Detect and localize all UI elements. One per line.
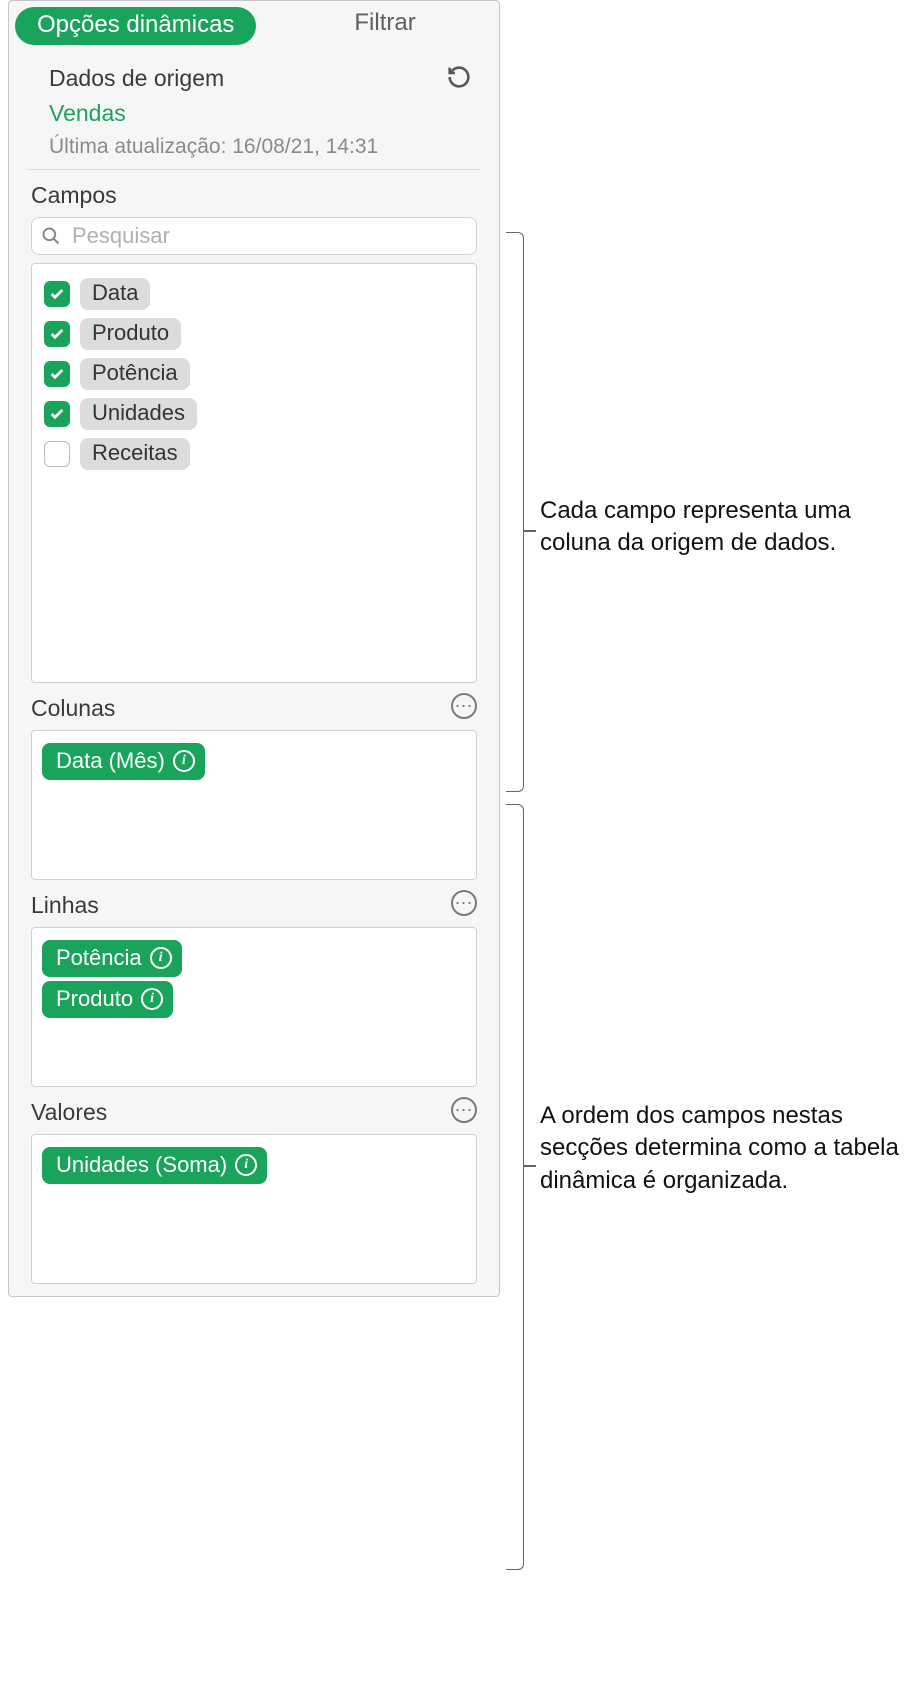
rows-heading: Linhas (31, 892, 477, 919)
callout-tick (524, 530, 536, 532)
search-wrap (31, 217, 477, 255)
source-name[interactable]: Vendas (49, 100, 459, 127)
callout-bracket (506, 804, 524, 1570)
source-data-block: Dados de origem Vendas Última atualizaçã… (27, 51, 481, 170)
field-row[interactable]: Receitas (42, 434, 466, 474)
more-icon[interactable]: ⋯ (451, 890, 477, 916)
info-icon[interactable]: i (141, 988, 163, 1010)
checkbox[interactable] (44, 441, 70, 467)
values-dropzone[interactable]: Unidades (Soma) i (31, 1134, 477, 1284)
info-icon[interactable]: i (150, 947, 172, 969)
refresh-icon[interactable] (445, 63, 473, 91)
callout-tick (524, 1165, 536, 1167)
info-icon[interactable]: i (173, 750, 195, 772)
checkbox[interactable] (44, 361, 70, 387)
columns-dropzone[interactable]: Data (Mês) i (31, 730, 477, 880)
field-label[interactable]: Produto (80, 318, 181, 350)
checkbox[interactable] (44, 281, 70, 307)
tab-pivot-options[interactable]: Opções dinâmicas (15, 7, 256, 45)
fields-section: Campos Data Produto (9, 170, 499, 683)
callout-text-zones: A ordem dos campos nestas secções determ… (540, 1100, 920, 1197)
field-label[interactable]: Data (80, 278, 150, 310)
pivot-options-panel: Opções dinâmicas Filtrar Dados de origem… (8, 0, 500, 1297)
pill-label: Potência (56, 945, 142, 971)
value-field-pill[interactable]: Unidades (Soma) i (42, 1147, 267, 1184)
pill-label: Data (Mês) (56, 748, 165, 774)
search-input[interactable] (31, 217, 477, 255)
rows-section: Linhas ⋯ Potência i Produto i (9, 880, 499, 1087)
fields-heading: Campos (31, 182, 477, 209)
field-label[interactable]: Unidades (80, 398, 197, 430)
more-icon[interactable]: ⋯ (451, 693, 477, 719)
tabbar: Opções dinâmicas Filtrar (9, 1, 499, 51)
more-icon[interactable]: ⋯ (451, 1097, 477, 1123)
values-section: Valores ⋯ Unidades (Soma) i (9, 1087, 499, 1284)
source-updated: Última atualização: 16/08/21, 14:31 (49, 135, 459, 159)
search-icon (41, 226, 61, 246)
info-icon[interactable]: i (235, 1154, 257, 1176)
values-heading: Valores (31, 1099, 477, 1126)
row-field-pill[interactable]: Produto i (42, 981, 173, 1018)
field-row[interactable]: Unidades (42, 394, 466, 434)
column-field-pill[interactable]: Data (Mês) i (42, 743, 205, 780)
field-label[interactable]: Receitas (80, 438, 190, 470)
field-row[interactable]: Produto (42, 314, 466, 354)
checkbox[interactable] (44, 401, 70, 427)
tab-filter[interactable]: Filtrar (271, 1, 499, 51)
fields-box: Data Produto Potência Unidades (31, 263, 477, 683)
source-heading: Dados de origem (49, 65, 459, 92)
pill-label: Produto (56, 986, 133, 1012)
row-field-pill[interactable]: Potência i (42, 940, 182, 977)
checkbox[interactable] (44, 321, 70, 347)
callout-bracket (506, 232, 524, 792)
field-label[interactable]: Potência (80, 358, 190, 390)
pill-label: Unidades (Soma) (56, 1152, 227, 1178)
rows-dropzone[interactable]: Potência i Produto i (31, 927, 477, 1087)
columns-heading: Colunas (31, 695, 477, 722)
field-row[interactable]: Potência (42, 354, 466, 394)
columns-section: Colunas ⋯ Data (Mês) i (9, 683, 499, 880)
field-row[interactable]: Data (42, 274, 466, 314)
callout-text-fields: Cada campo representa uma coluna da orig… (540, 495, 920, 560)
